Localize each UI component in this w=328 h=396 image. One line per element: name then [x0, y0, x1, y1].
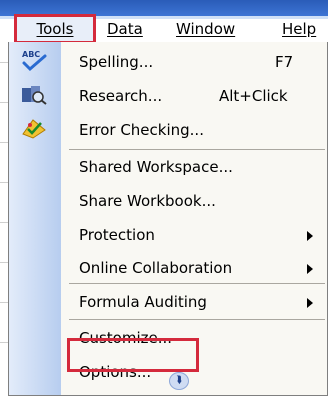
menu-item-shared-workspace[interactable]: Shared Workspace... — [61, 151, 323, 183]
tools-dropdown-menu: ABC Spelling... F7 Research... Alt+Click… — [8, 42, 328, 396]
menu-item-formula-auditing[interactable]: Formula Auditing — [61, 286, 323, 318]
submenu-arrow-icon — [307, 264, 313, 274]
submenu-arrow-icon — [307, 231, 313, 241]
shared-workspace-label: Shared Workspace... — [79, 158, 233, 176]
spelling-shortcut: F7 — [275, 53, 294, 71]
menu-window[interactable]: Window — [176, 16, 235, 42]
menu-separator — [69, 149, 325, 150]
menu-data[interactable]: Data — [107, 16, 143, 42]
research-icon — [19, 82, 49, 106]
menu-data-label: Data — [107, 20, 143, 38]
formula-auditing-label: Formula Auditing — [79, 293, 207, 311]
menu-tools[interactable]: Tools — [14, 14, 96, 44]
svg-text:ABC: ABC — [22, 50, 40, 59]
menu-item-spelling[interactable]: Spelling... F7 — [61, 46, 323, 78]
menu-separator — [69, 319, 325, 320]
error-checking-label: Error Checking... — [79, 121, 204, 139]
menu-item-error-checking[interactable]: Error Checking... — [61, 114, 323, 146]
menu-separator — [69, 283, 325, 284]
research-shortcut: Alt+Click — [219, 87, 288, 105]
menu-item-online-collaboration[interactable]: Online Collaboration — [61, 252, 323, 284]
error-checking-icon — [19, 116, 49, 140]
online-collaboration-label: Online Collaboration — [79, 259, 233, 277]
menu-item-share-workbook[interactable]: Share Workbook... — [61, 185, 323, 217]
menu-item-protection[interactable]: Protection — [61, 219, 323, 251]
menu-window-label: Window — [176, 20, 236, 38]
spreadsheet-edge — [0, 42, 8, 396]
menu-item-research[interactable]: Research... Alt+Click — [61, 80, 323, 112]
menu-help-label: Help — [282, 20, 317, 38]
submenu-arrow-icon — [307, 298, 313, 308]
share-workbook-label: Share Workbook... — [79, 192, 216, 210]
protection-label: Protection — [79, 226, 155, 244]
menu-tools-label: Tools — [36, 20, 74, 38]
menu-help[interactable]: Help — [282, 16, 316, 42]
options-highlight-box — [67, 338, 199, 372]
spelling-label: Spelling... — [79, 53, 154, 71]
menubar: Tools Data Window Help — [0, 0, 328, 44]
chevron-double-down-icon[interactable]: ⮯ — [169, 372, 189, 390]
research-label: Research... — [79, 87, 163, 105]
spelling-icon: ABC — [19, 48, 49, 72]
